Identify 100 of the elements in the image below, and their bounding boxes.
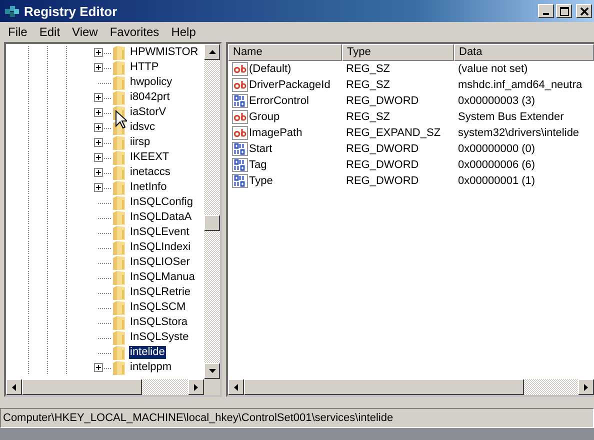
folder-icon xyxy=(112,254,126,270)
folder-icon xyxy=(112,74,126,90)
vertical-scrollbar[interactable] xyxy=(204,44,220,379)
folder-icon xyxy=(112,164,126,180)
scroll-down-icon xyxy=(208,369,216,373)
menu-item[interactable]: File xyxy=(2,25,34,39)
value-name: Tag xyxy=(249,159,267,171)
tree-item[interactable]: InSQLStora xyxy=(129,316,188,329)
scroll-left-icon xyxy=(12,384,16,390)
tree-item[interactable]: InetInfo xyxy=(129,181,168,194)
binary-value-icon xyxy=(232,93,248,109)
window-title: Registry Editor xyxy=(24,4,118,18)
folder-icon xyxy=(112,240,126,256)
string-value-icon xyxy=(232,61,248,77)
value-data: system32\drivers\intelide xyxy=(457,127,580,139)
tree-item[interactable]: hwpolicy xyxy=(129,76,174,89)
folder-icon xyxy=(112,90,126,106)
menu-item[interactable]: View xyxy=(66,25,104,39)
value-name: Start xyxy=(249,143,272,155)
scroll-thumb[interactable] xyxy=(22,379,142,395)
tree-item[interactable]: InSQLIndexi xyxy=(129,241,192,254)
column-header[interactable]: Name xyxy=(228,44,342,61)
expand-icon[interactable] xyxy=(94,63,103,72)
value-type: REG_DWORD xyxy=(345,159,420,171)
tree-item[interactable]: InSQLEvent xyxy=(129,226,190,239)
tree-item[interactable]: HTTP xyxy=(129,61,160,74)
tree-item[interactable]: InSQLRetrie xyxy=(129,286,192,299)
scrollbar-corner xyxy=(204,379,220,395)
menu-item[interactable]: Favorites xyxy=(104,25,166,39)
value-name: ImagePath xyxy=(249,127,302,139)
value-data: 0x00000006 (6) xyxy=(457,159,536,171)
value-name: ErrorControl xyxy=(249,95,309,107)
value-type: REG_DWORD xyxy=(345,143,420,155)
scroll-left-icon xyxy=(234,384,238,390)
expand-icon[interactable] xyxy=(94,153,103,162)
value-type: REG_EXPAND_SZ xyxy=(345,127,442,139)
expand-icon[interactable] xyxy=(94,138,103,147)
expand-icon[interactable] xyxy=(94,183,103,192)
key-path: Computer\HKEY_LOCAL_MACHINE\local_hkey\ControlSet001\services\intelide xyxy=(3,412,394,424)
tree-item[interactable]: idsvc xyxy=(129,121,156,134)
binary-value-icon xyxy=(232,157,248,173)
folder-icon xyxy=(112,284,126,300)
tree-item[interactable]: InSQLSyste xyxy=(129,331,190,344)
scroll-thumb[interactable] xyxy=(204,215,220,231)
expand-icon[interactable] xyxy=(94,93,103,102)
value-data: 0x00000001 (1) xyxy=(457,175,536,187)
tree-item[interactable]: i8042prt xyxy=(129,91,171,104)
binary-value-icon xyxy=(232,141,248,157)
tree-item[interactable]: iirsp xyxy=(129,136,152,149)
folder-icon xyxy=(112,194,126,210)
folder-icon xyxy=(112,300,126,316)
scroll-up-icon xyxy=(208,50,216,54)
value-data: 0x00000003 (3) xyxy=(457,95,536,107)
tree-item[interactable]: inetaccs xyxy=(129,166,172,179)
string-value-icon xyxy=(232,125,248,141)
minimize-button[interactable] xyxy=(538,4,554,18)
tree-item[interactable]: InSQLDataA xyxy=(129,211,193,224)
scroll-right-icon xyxy=(194,384,198,390)
value-data: mshdc.inf_amd64_neutra xyxy=(457,79,582,91)
tree-item[interactable]: intelppm xyxy=(129,361,173,374)
tree-item[interactable]: InSQLConfig xyxy=(129,196,194,209)
value-data: 0x00000000 (0) xyxy=(457,143,536,155)
folder-icon xyxy=(112,134,126,150)
value-name: Group xyxy=(249,111,280,123)
folder-icon xyxy=(112,150,126,166)
folder-icon xyxy=(112,180,126,196)
value-type: REG_SZ xyxy=(345,111,392,123)
menu-item[interactable]: Help xyxy=(165,25,202,39)
value-data: (value not set) xyxy=(457,63,528,75)
close-button[interactable] xyxy=(576,4,592,18)
minimize-icon xyxy=(543,12,549,14)
maximize-button[interactable] xyxy=(556,4,572,18)
expand-icon[interactable] xyxy=(94,168,103,177)
string-value-icon xyxy=(232,109,248,125)
horizontal-scrollbar[interactable] xyxy=(228,379,594,395)
column-header[interactable]: Data xyxy=(454,44,594,61)
folder-icon xyxy=(112,270,126,286)
expand-icon[interactable] xyxy=(94,108,103,117)
value-name: Type xyxy=(249,175,273,187)
value-type: REG_DWORD xyxy=(345,175,420,187)
tree-item[interactable]: intelide xyxy=(129,346,166,359)
horizontal-scrollbar[interactable] xyxy=(6,379,220,395)
tree-item[interactable]: iaStorV xyxy=(129,106,168,119)
scroll-thumb[interactable] xyxy=(244,379,524,395)
value-name: DriverPackageId xyxy=(249,79,330,91)
tree-item[interactable]: IKEEXT xyxy=(129,151,170,164)
menu-item[interactable]: Edit xyxy=(33,25,66,39)
expand-icon[interactable] xyxy=(94,123,103,132)
expand-icon[interactable] xyxy=(94,363,103,372)
value-type: REG_DWORD xyxy=(345,95,420,107)
value-data: System Bus Extender xyxy=(457,111,564,123)
string-value-icon xyxy=(232,77,248,93)
tree-item[interactable]: InSQLSCM xyxy=(129,301,187,314)
expand-icon[interactable] xyxy=(94,48,103,57)
tree-item[interactable]: InSQLManua xyxy=(129,271,196,284)
tree-item[interactable]: InSQLIOSer xyxy=(129,256,191,269)
column-header[interactable]: Type xyxy=(342,44,454,61)
tree-item[interactable]: HPWMISTOR xyxy=(129,46,200,59)
folder-icon xyxy=(112,330,126,346)
folder-icon xyxy=(112,344,126,360)
